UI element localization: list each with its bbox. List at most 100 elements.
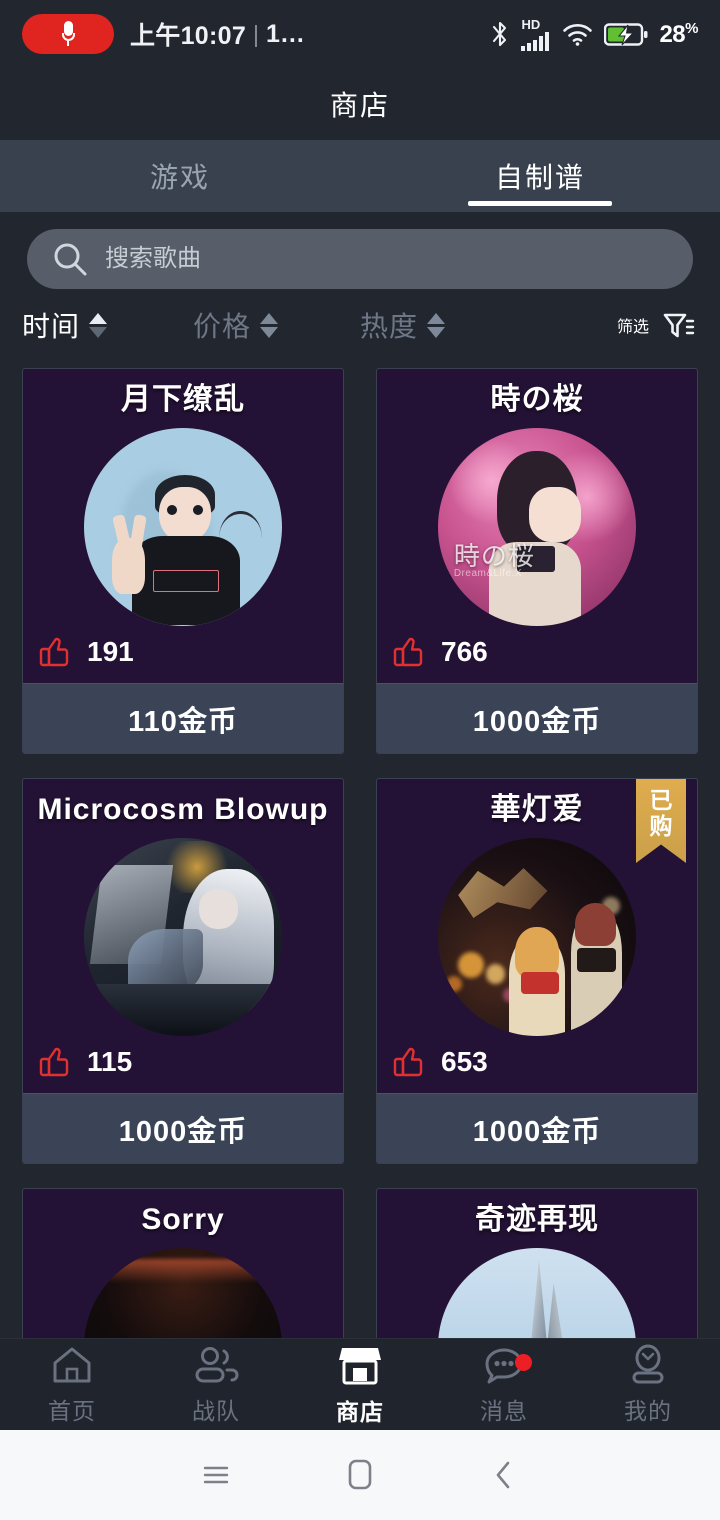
microphone-icon bbox=[61, 21, 75, 47]
android-system-nav bbox=[0, 1430, 720, 1520]
like-group[interactable]: 766 bbox=[391, 633, 488, 671]
like-group[interactable]: 653 bbox=[391, 1043, 488, 1081]
nav-item-messages[interactable]: 消息 bbox=[432, 1344, 576, 1426]
nav-item-messages-label: 消息 bbox=[480, 1397, 528, 1424]
filter-button-label: 筛选 bbox=[616, 319, 649, 336]
bluetooth-icon bbox=[493, 21, 507, 47]
card-title: 時の桜 bbox=[490, 383, 584, 416]
team-icon bbox=[195, 1346, 239, 1382]
status-divider: | bbox=[253, 20, 260, 47]
nav-item-team[interactable]: 战队 bbox=[144, 1344, 288, 1426]
like-group[interactable]: 115 bbox=[37, 1043, 132, 1081]
battery-percent: 28% bbox=[659, 19, 698, 48]
sort-by-popularity[interactable]: 热度 bbox=[360, 305, 446, 345]
system-nav-back[interactable] bbox=[432, 1455, 576, 1495]
card-body: 時の桜 時の桜 Dream&Life.X 766 bbox=[377, 369, 697, 683]
card-thumbnail bbox=[84, 837, 282, 1036]
profile-icon bbox=[632, 1344, 664, 1383]
signal-group: HD bbox=[521, 18, 551, 51]
thumbs-up-icon bbox=[39, 1047, 69, 1077]
search-input[interactable] bbox=[105, 245, 669, 273]
artwork-boy-illustration bbox=[84, 427, 282, 626]
table-row[interactable]: 時の桜 時の桜 Dream&Life.X 766 1000金币 bbox=[376, 368, 698, 754]
card-title: 奇迹再现 bbox=[475, 1203, 599, 1236]
artwork-qiji-spire bbox=[438, 1247, 636, 1338]
price-bar[interactable]: 1000金币 bbox=[377, 1093, 697, 1163]
price-bar[interactable]: 1000金币 bbox=[23, 1093, 343, 1163]
table-row[interactable]: Sorry bbox=[22, 1188, 344, 1338]
table-row[interactable]: 奇迹再现 bbox=[376, 1188, 698, 1338]
like-count: 653 bbox=[441, 1046, 488, 1077]
like-count: 766 bbox=[441, 636, 488, 667]
tab-custom-charts-label: 自制谱 bbox=[494, 162, 585, 193]
card-thumbnail bbox=[438, 1247, 636, 1338]
sort-by-price-label: 价格 bbox=[193, 311, 252, 342]
nav-item-team-label: 战队 bbox=[192, 1397, 240, 1424]
card-thumbnail: 時の桜 Dream&Life.X bbox=[438, 427, 636, 626]
price-bar[interactable]: 1000金币 bbox=[377, 683, 697, 753]
search-section bbox=[0, 212, 720, 289]
status-badge-char-2: 购 bbox=[649, 813, 673, 840]
table-row[interactable]: Microcosm Blowup 115 1000金币 bbox=[22, 778, 344, 1164]
tab-custom-charts[interactable]: 自制谱 bbox=[360, 140, 720, 212]
app-root: 上午10:07 | 1… HD 28% 商店 游戏 自制谱 搜索歌曲 时间 价格… bbox=[0, 0, 720, 1520]
thumbs-up-icon bbox=[393, 637, 423, 667]
artwork-sub-text: Dream&Life.X bbox=[453, 568, 523, 580]
battery-charging-icon bbox=[604, 22, 648, 46]
nav-item-profile[interactable]: 我的 bbox=[576, 1344, 720, 1426]
filter-button[interactable]: 筛选 bbox=[617, 305, 698, 345]
card-title: Microcosm Blowup bbox=[37, 793, 329, 826]
page-header: 商店 bbox=[0, 68, 720, 140]
thumbs-up-icon bbox=[39, 637, 69, 667]
card-body: Microcosm Blowup 115 bbox=[23, 779, 343, 1093]
price-text: 110金币 bbox=[128, 705, 238, 738]
sort-arrows-icon bbox=[260, 312, 279, 338]
sort-arrows-icon bbox=[427, 312, 446, 338]
card-body: 華灯爱 已 购 653 bbox=[377, 779, 697, 1093]
search-bar[interactable] bbox=[27, 229, 693, 289]
system-nav-home[interactable] bbox=[288, 1455, 432, 1495]
status-badge: 已 购 bbox=[636, 779, 686, 863]
like-count: 115 bbox=[87, 1046, 133, 1077]
artwork-hualdeng-ai bbox=[438, 837, 636, 1036]
tab-underline-active bbox=[468, 201, 612, 206]
bottom-navigation: 首页 战队 商店 消息 我的 bbox=[0, 1338, 720, 1430]
status-badge-char-1: 已 bbox=[649, 787, 673, 813]
thumbs-up-icon bbox=[393, 1047, 423, 1077]
sort-by-time-label: 时间 bbox=[22, 311, 81, 342]
sort-by-popularity-label: 热度 bbox=[360, 311, 419, 342]
nav-item-profile-label: 我的 bbox=[624, 1397, 672, 1424]
tab-bar: 游戏 自制谱 bbox=[0, 140, 720, 212]
song-card-grid: 月下缭乱 191 110金币 時の桜 時の桜 Dream&Life.X 766 … bbox=[0, 368, 720, 1338]
price-text: 1000金币 bbox=[472, 1115, 602, 1148]
nav-item-store[interactable]: 商店 bbox=[288, 1343, 432, 1427]
card-body: 月下缭乱 191 bbox=[23, 369, 343, 683]
card-thumbnail bbox=[84, 427, 282, 626]
card-title: 月下缭乱 bbox=[121, 383, 245, 416]
status-extra-text: 1… bbox=[266, 19, 305, 48]
table-row[interactable]: 華灯爱 已 购 653 1000金币 bbox=[376, 778, 698, 1164]
back-chevron-icon bbox=[496, 1461, 510, 1489]
sort-by-price[interactable]: 价格 bbox=[193, 305, 279, 345]
card-thumbnail bbox=[438, 837, 636, 1036]
home-square-icon bbox=[348, 1459, 372, 1490]
price-bar[interactable]: 110金币 bbox=[23, 683, 343, 753]
price-text: 1000金币 bbox=[118, 1115, 248, 1148]
microphone-indicator-pill[interactable] bbox=[22, 14, 114, 54]
home-icon bbox=[53, 1347, 91, 1382]
filter-row: 时间 价格 热度 筛选 bbox=[0, 289, 720, 361]
message-badge-dot bbox=[515, 1353, 532, 1371]
artwork-sakura-anime: 時の桜 Dream&Life.X bbox=[438, 427, 636, 626]
signal-bars-icon bbox=[521, 31, 550, 51]
table-row[interactable]: 月下缭乱 191 110金币 bbox=[22, 368, 344, 754]
like-group[interactable]: 191 bbox=[37, 633, 134, 671]
tab-games[interactable]: 游戏 bbox=[0, 140, 360, 212]
store-icon bbox=[339, 1347, 381, 1384]
nav-item-home[interactable]: 首页 bbox=[0, 1344, 144, 1426]
sort-by-time[interactable]: 时间 bbox=[22, 305, 108, 345]
card-body: Sorry bbox=[23, 1189, 343, 1338]
system-nav-recents[interactable] bbox=[144, 1458, 288, 1492]
status-time: 上午10:07 bbox=[130, 22, 247, 50]
nav-item-home-label: 首页 bbox=[48, 1397, 96, 1424]
recents-icon bbox=[203, 1466, 229, 1484]
